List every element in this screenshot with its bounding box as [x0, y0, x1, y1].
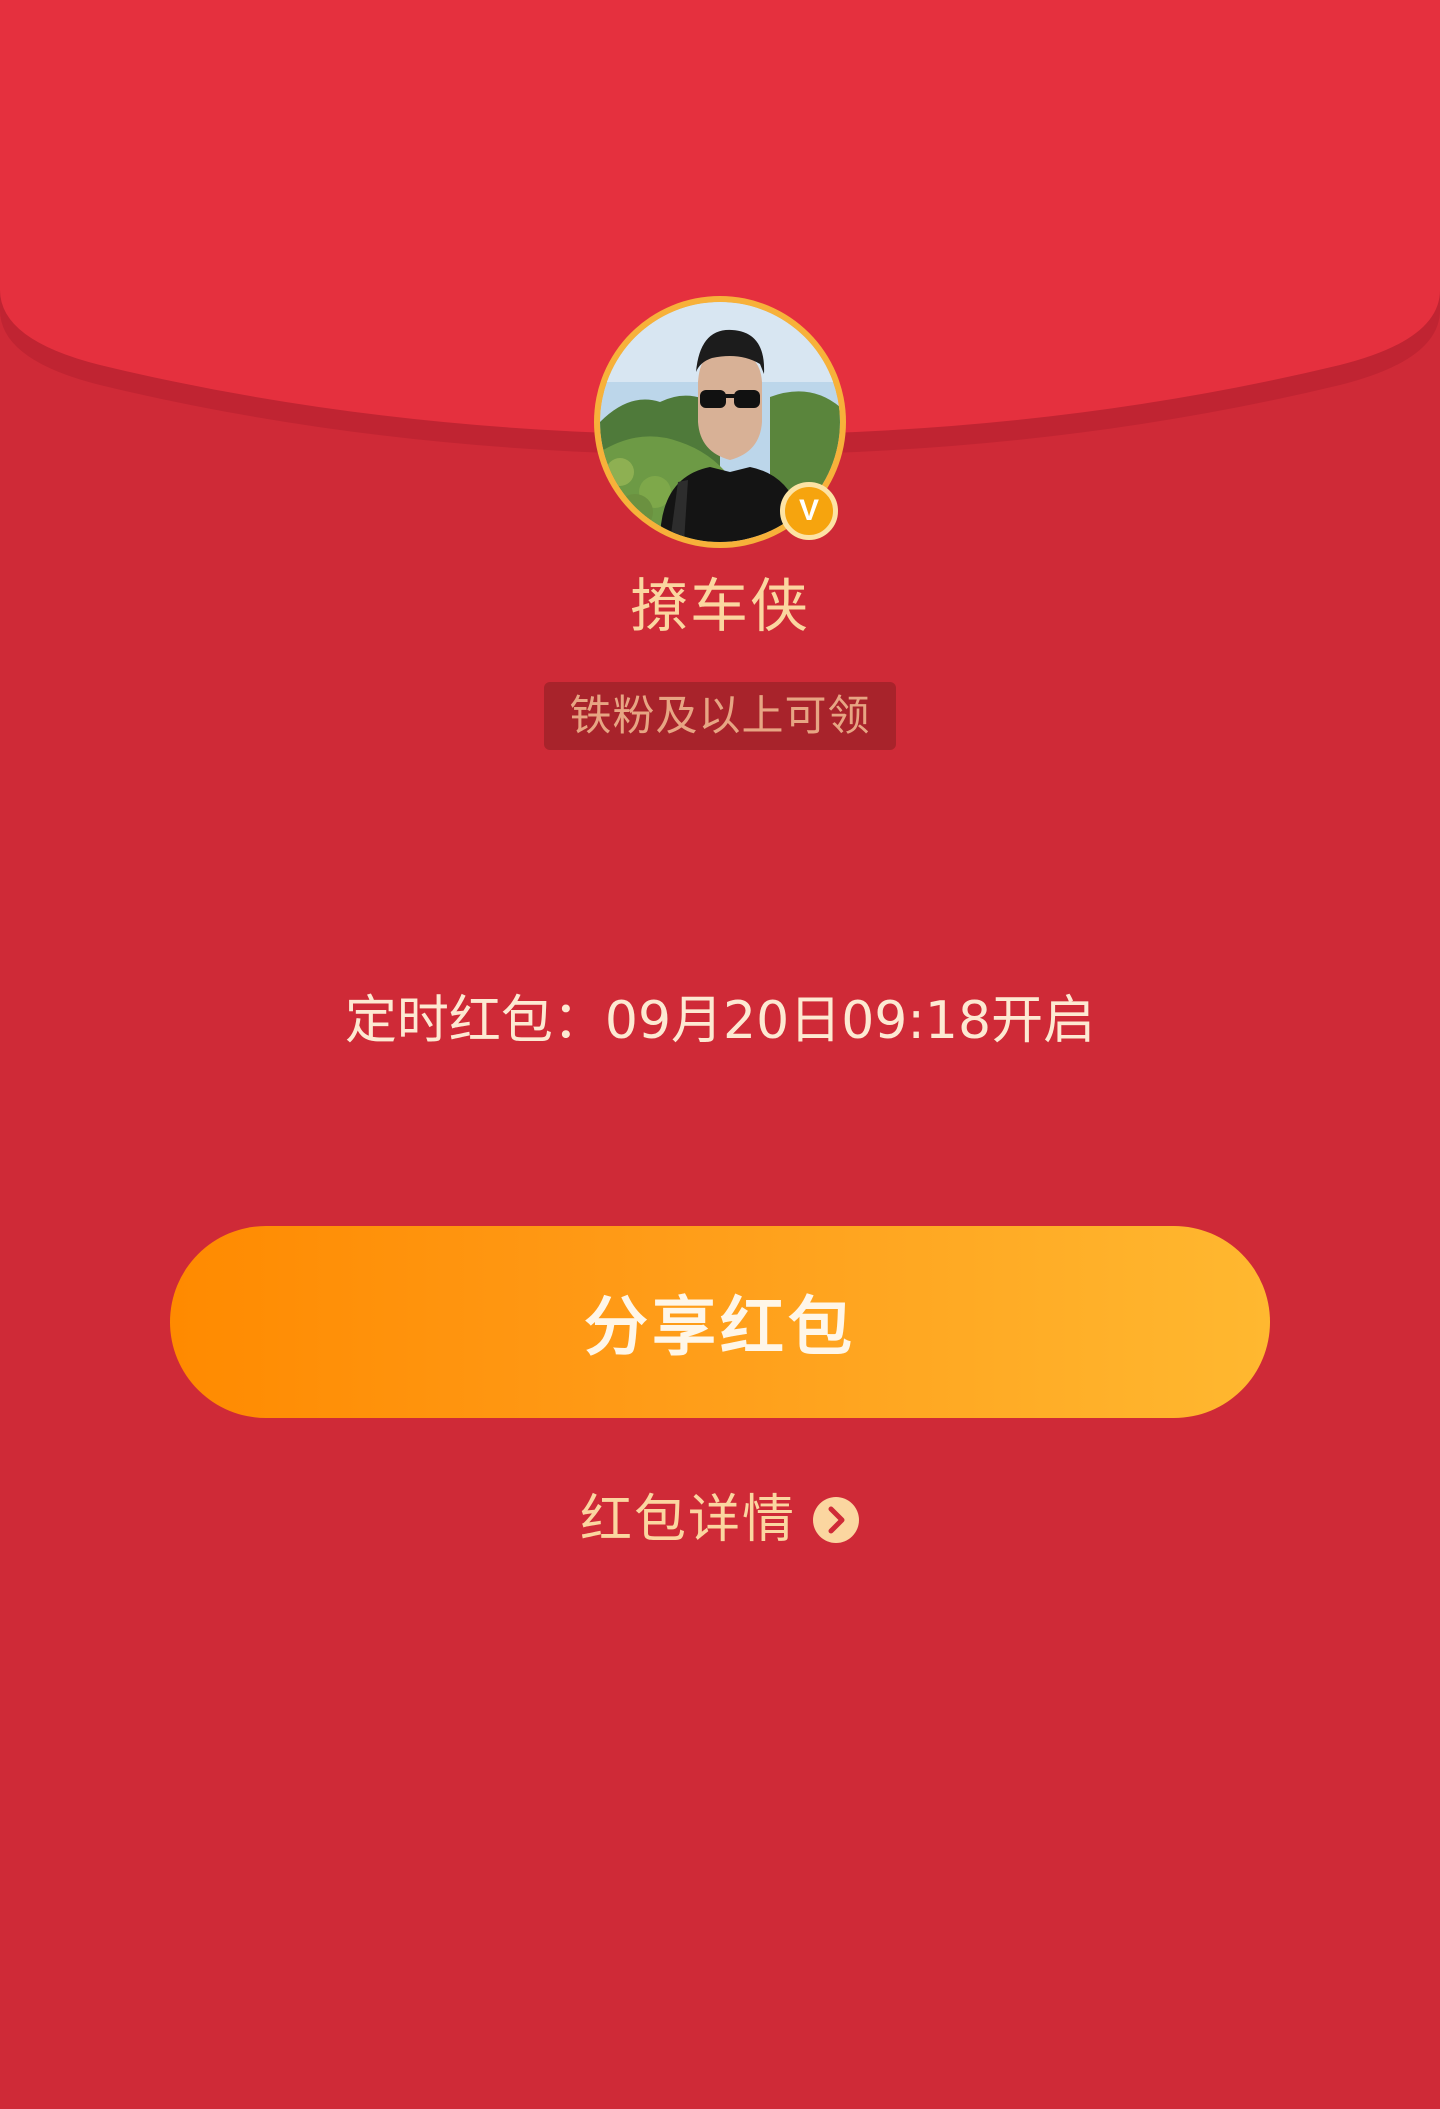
share-red-packet-button[interactable]: 分享红包: [170, 1226, 1270, 1418]
sender-name[interactable]: 撩车侠: [0, 566, 1440, 646]
verified-badge-label: V: [798, 494, 819, 527]
details-label: 红包详情: [579, 1490, 796, 1550]
sender-avatar[interactable]: V: [594, 296, 846, 548]
chevron-right-circle-icon: [813, 1497, 859, 1543]
scheduled-open-time: 定时红包：09月20日09:18开启: [344, 991, 1096, 1051]
eligibility-badge: 铁粉及以上可领: [544, 682, 896, 750]
red-packet-details-link[interactable]: 红包详情: [0, 1480, 1440, 1560]
verified-badge-icon: V: [780, 482, 838, 540]
